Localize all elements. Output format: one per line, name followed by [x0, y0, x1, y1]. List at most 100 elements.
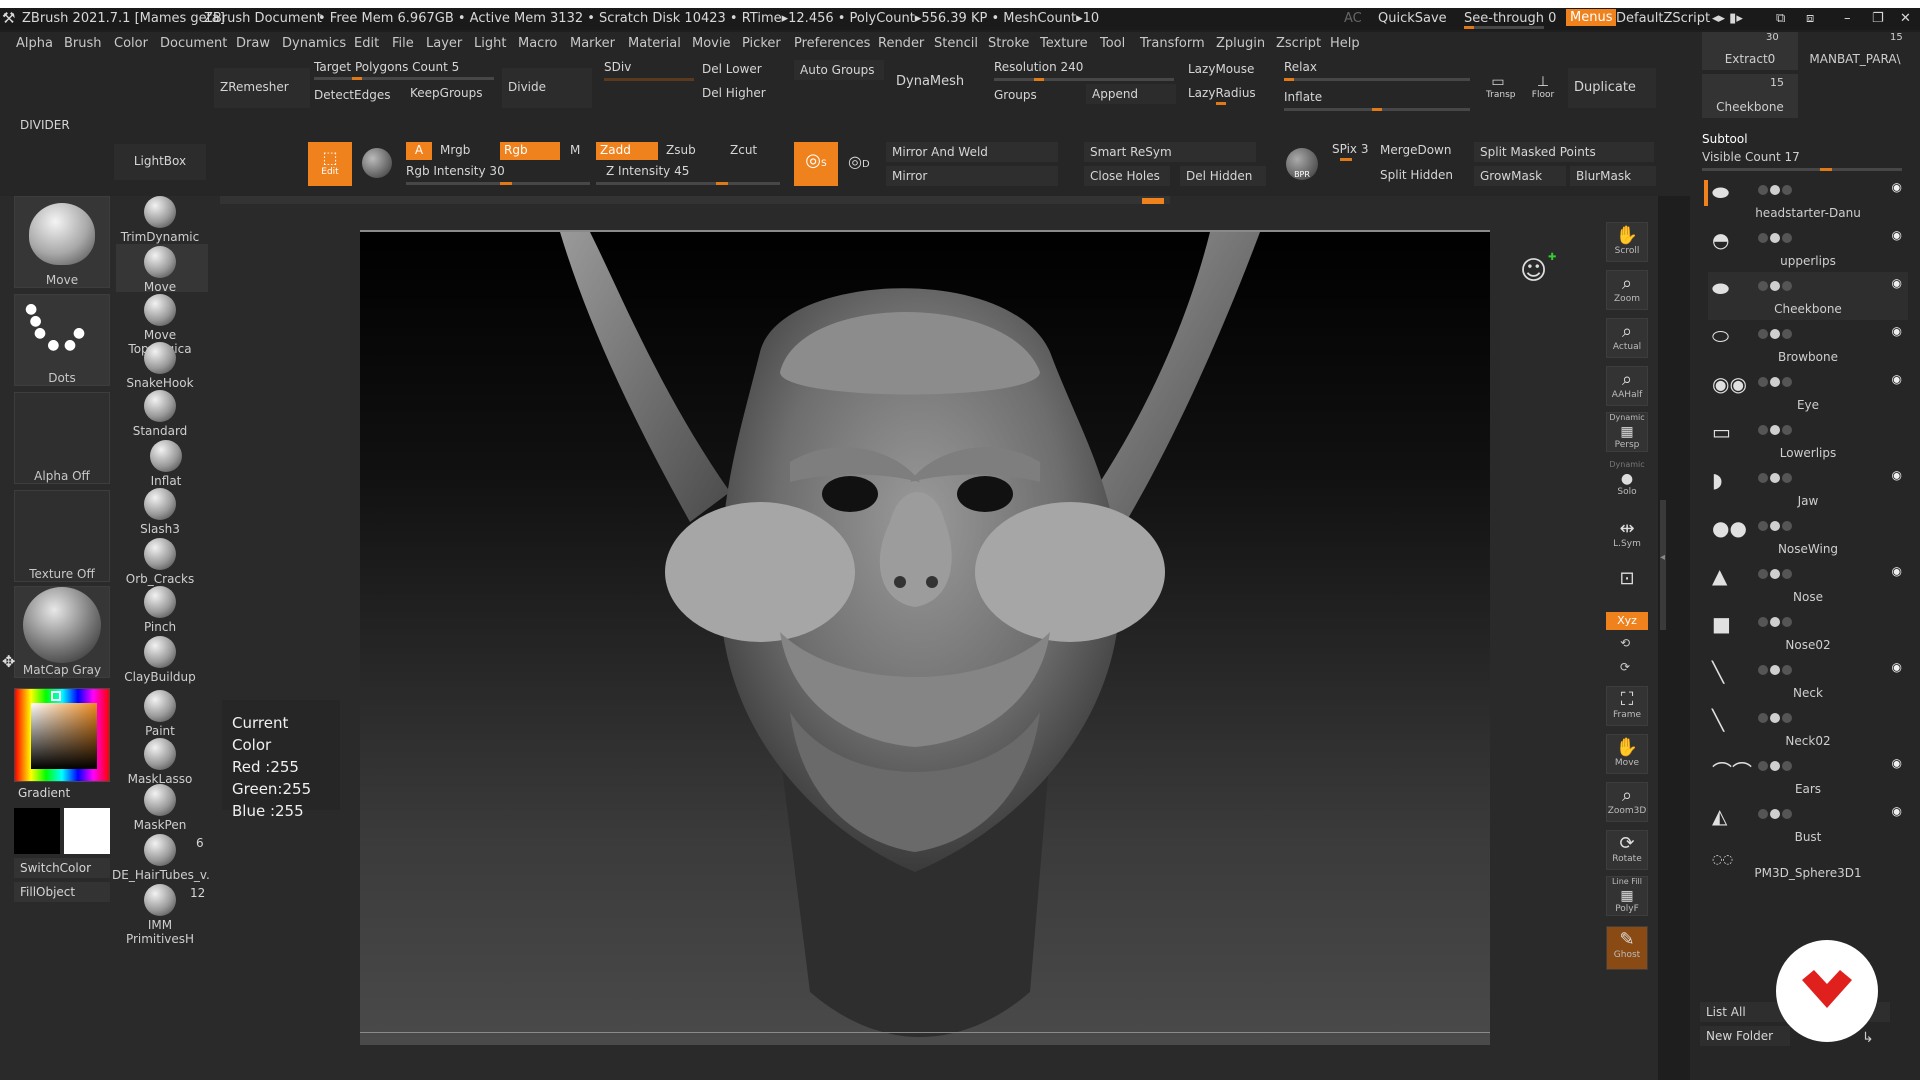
menu-zscript[interactable]: Zscript	[1276, 36, 1321, 51]
zoom-button[interactable]: ⌕ Zoom	[1606, 270, 1648, 310]
lsym-button[interactable]: ⇹ L.Sym	[1606, 516, 1648, 556]
subtool-toggles[interactable]	[1758, 808, 1908, 820]
subtool-item[interactable]: ◭ ◉ Bust	[1708, 800, 1908, 848]
switchcolor-button[interactable]: SwitchColor	[14, 858, 110, 878]
subtool-toggles[interactable]	[1758, 280, 1908, 292]
bpr-button[interactable]: BPR	[1286, 148, 1318, 180]
transp-button[interactable]: ▭ Transp	[1486, 74, 1516, 100]
brush-masklasso[interactable]: MaskLasso	[112, 738, 208, 786]
texture-tile[interactable]: Texture Off	[14, 490, 110, 582]
brush-snakehook[interactable]: SnakeHook	[112, 342, 208, 390]
subtool-item-selected[interactable]: ⬬ ◉ Cheekbone	[1708, 272, 1908, 320]
brush-hairtubes[interactable]: DE_HairTubes_v.	[112, 834, 210, 882]
alpha-tile[interactable]: Alpha Off	[14, 392, 110, 484]
layout-icon[interactable]: ⧉	[1776, 11, 1785, 26]
draw-size-button[interactable]: ◎S	[794, 142, 838, 186]
polyf-button[interactable]: Line Fill ▦ PolyF	[1606, 876, 1648, 916]
visibility-eye-icon[interactable]: ◉	[1892, 756, 1902, 770]
lazymouse-button[interactable]: LazyMouse	[1188, 62, 1254, 76]
menu-macro[interactable]: Macro	[518, 36, 557, 51]
menu-color[interactable]: Color	[114, 36, 148, 51]
subtool-item[interactable]: ⬭ ◉ Browbone	[1708, 320, 1908, 368]
smart-resym-button[interactable]: Smart ReSym	[1084, 142, 1256, 162]
sdiv-slider[interactable]: SDiv	[604, 60, 631, 74]
menu-file[interactable]: File	[392, 36, 414, 51]
menu-stencil[interactable]: Stencil	[934, 36, 978, 51]
subtool-item[interactable]: ◌◌ PM3D_Sphere3D1	[1708, 848, 1908, 896]
spix-slider[interactable]: SPix 3	[1332, 142, 1368, 156]
floor-button[interactable]: ⊥ Floor	[1528, 74, 1558, 100]
keep-groups-button[interactable]: KeepGroups	[410, 86, 482, 100]
mrgb-button[interactable]: Mrgb	[440, 143, 470, 157]
edit-button[interactable]: ⬚ Edit	[308, 142, 352, 186]
subtool-item[interactable]: ⬬ ◉ headstarter-Danu	[1708, 176, 1908, 224]
brush-pinch[interactable]: Pinch	[112, 586, 208, 634]
subtool-header[interactable]: Subtool	[1702, 132, 1748, 146]
color-picker-square[interactable]	[31, 703, 97, 769]
visibility-eye-icon[interactable]: ◉	[1892, 228, 1902, 242]
menu-marker[interactable]: Marker	[570, 36, 615, 51]
subtool-toggles[interactable]	[1758, 472, 1908, 484]
subtool-item[interactable]: ╲ ◉ Neck	[1708, 656, 1908, 704]
dynamic-focal-button[interactable]: ◎D	[848, 152, 870, 171]
lock-button[interactable]: ⊡	[1606, 566, 1648, 606]
menu-stroke[interactable]: Stroke	[988, 36, 1029, 51]
rotate-z-icon[interactable]: ⟳	[1620, 660, 1630, 674]
close-holes-button[interactable]: Close Holes	[1084, 166, 1170, 186]
del-hidden-button[interactable]: Del Hidden	[1180, 166, 1266, 186]
subtool-item[interactable]: ◗ ◉ Jaw	[1708, 464, 1908, 512]
subtool-toggles[interactable]	[1758, 424, 1908, 436]
actual-button[interactable]: ⌕ Actual	[1606, 318, 1648, 358]
fillobject-button[interactable]: FillObject	[14, 882, 110, 902]
subtool-item[interactable]: ▭ Lowerlips	[1708, 416, 1908, 464]
brush-slash3[interactable]: Slash3	[112, 488, 208, 536]
dynamesh-button[interactable]: DynaMesh	[896, 74, 964, 89]
see-through-slider[interactable]: See-through 0	[1464, 11, 1556, 26]
rgb-intensity-slider[interactable]: Rgb Intensity 30	[406, 164, 505, 178]
growmask-button[interactable]: GrowMask	[1474, 166, 1566, 186]
menu-light[interactable]: Light	[474, 36, 506, 51]
target-polygons-slider[interactable]: Target Polygons Count 5	[314, 60, 459, 74]
visibility-eye-icon[interactable]: ◉	[1892, 804, 1902, 818]
color-picker-cursor[interactable]	[51, 691, 61, 701]
secondary-color-swatch[interactable]	[14, 808, 60, 854]
aahalf-button[interactable]: ⌕ AAHalf	[1606, 366, 1648, 406]
visible-count-slider[interactable]: Visible Count 17	[1702, 150, 1800, 164]
canvas-top-scrollbar[interactable]	[220, 196, 1170, 204]
brush-preview-tile[interactable]: Move	[14, 196, 110, 288]
brush-maskpen[interactable]: MaskPen	[112, 784, 208, 832]
visibility-eye-icon[interactable]: ◉	[1892, 372, 1902, 386]
ghost-button[interactable]: ✎ Ghost	[1606, 926, 1648, 970]
zoom3d-button[interactable]: ⌕ Zoom3D	[1606, 782, 1648, 822]
subtool-item[interactable]: ╲ Neck02	[1708, 704, 1908, 752]
subtool-toggles[interactable]	[1758, 616, 1908, 628]
menu-movie[interactable]: Movie	[692, 36, 730, 51]
divide-button[interactable]: Divide	[502, 68, 592, 108]
subtool-toggles[interactable]	[1758, 184, 1908, 196]
subtool-toggles[interactable]	[1758, 664, 1908, 676]
brush-move[interactable]: Move	[112, 246, 208, 294]
menu-help[interactable]: Help	[1330, 36, 1360, 51]
menu-alpha[interactable]: Alpha	[16, 36, 53, 51]
menus-toggle[interactable]: Menus	[1566, 9, 1617, 26]
menu-zplugin[interactable]: Zplugin	[1216, 36, 1265, 51]
inflate-slider[interactable]: Inflate	[1284, 90, 1322, 104]
append-button[interactable]: Append	[1086, 84, 1176, 104]
zcut-button[interactable]: Zcut	[730, 143, 757, 157]
layout-alt-icon[interactable]: ⧈	[1806, 11, 1814, 26]
right-divider-scrollbar[interactable]	[1660, 500, 1666, 630]
subtool-toggles[interactable]	[1758, 568, 1908, 580]
color-picker[interactable]	[14, 688, 110, 782]
menu-render[interactable]: Render	[878, 36, 924, 51]
rotate-button[interactable]: ⟳ Rotate	[1606, 830, 1648, 870]
visibility-eye-icon[interactable]: ◉	[1892, 564, 1902, 578]
menu-preferences[interactable]: Preferences	[794, 36, 870, 51]
material-tile[interactable]: MatCap Gray	[14, 586, 110, 678]
zremesher-button[interactable]: ZRemesher	[214, 68, 310, 108]
solo-button[interactable]: Dynamic ● Solo	[1606, 460, 1648, 500]
subtool-toggles[interactable]	[1758, 232, 1908, 244]
subtool-item[interactable]: ◓ ◉ upperlips	[1708, 224, 1908, 272]
relax-button[interactable]: Relax	[1284, 60, 1317, 74]
quicksave-button[interactable]: QuickSave	[1378, 11, 1447, 26]
brush-inflat[interactable]: Inflat	[118, 440, 214, 488]
